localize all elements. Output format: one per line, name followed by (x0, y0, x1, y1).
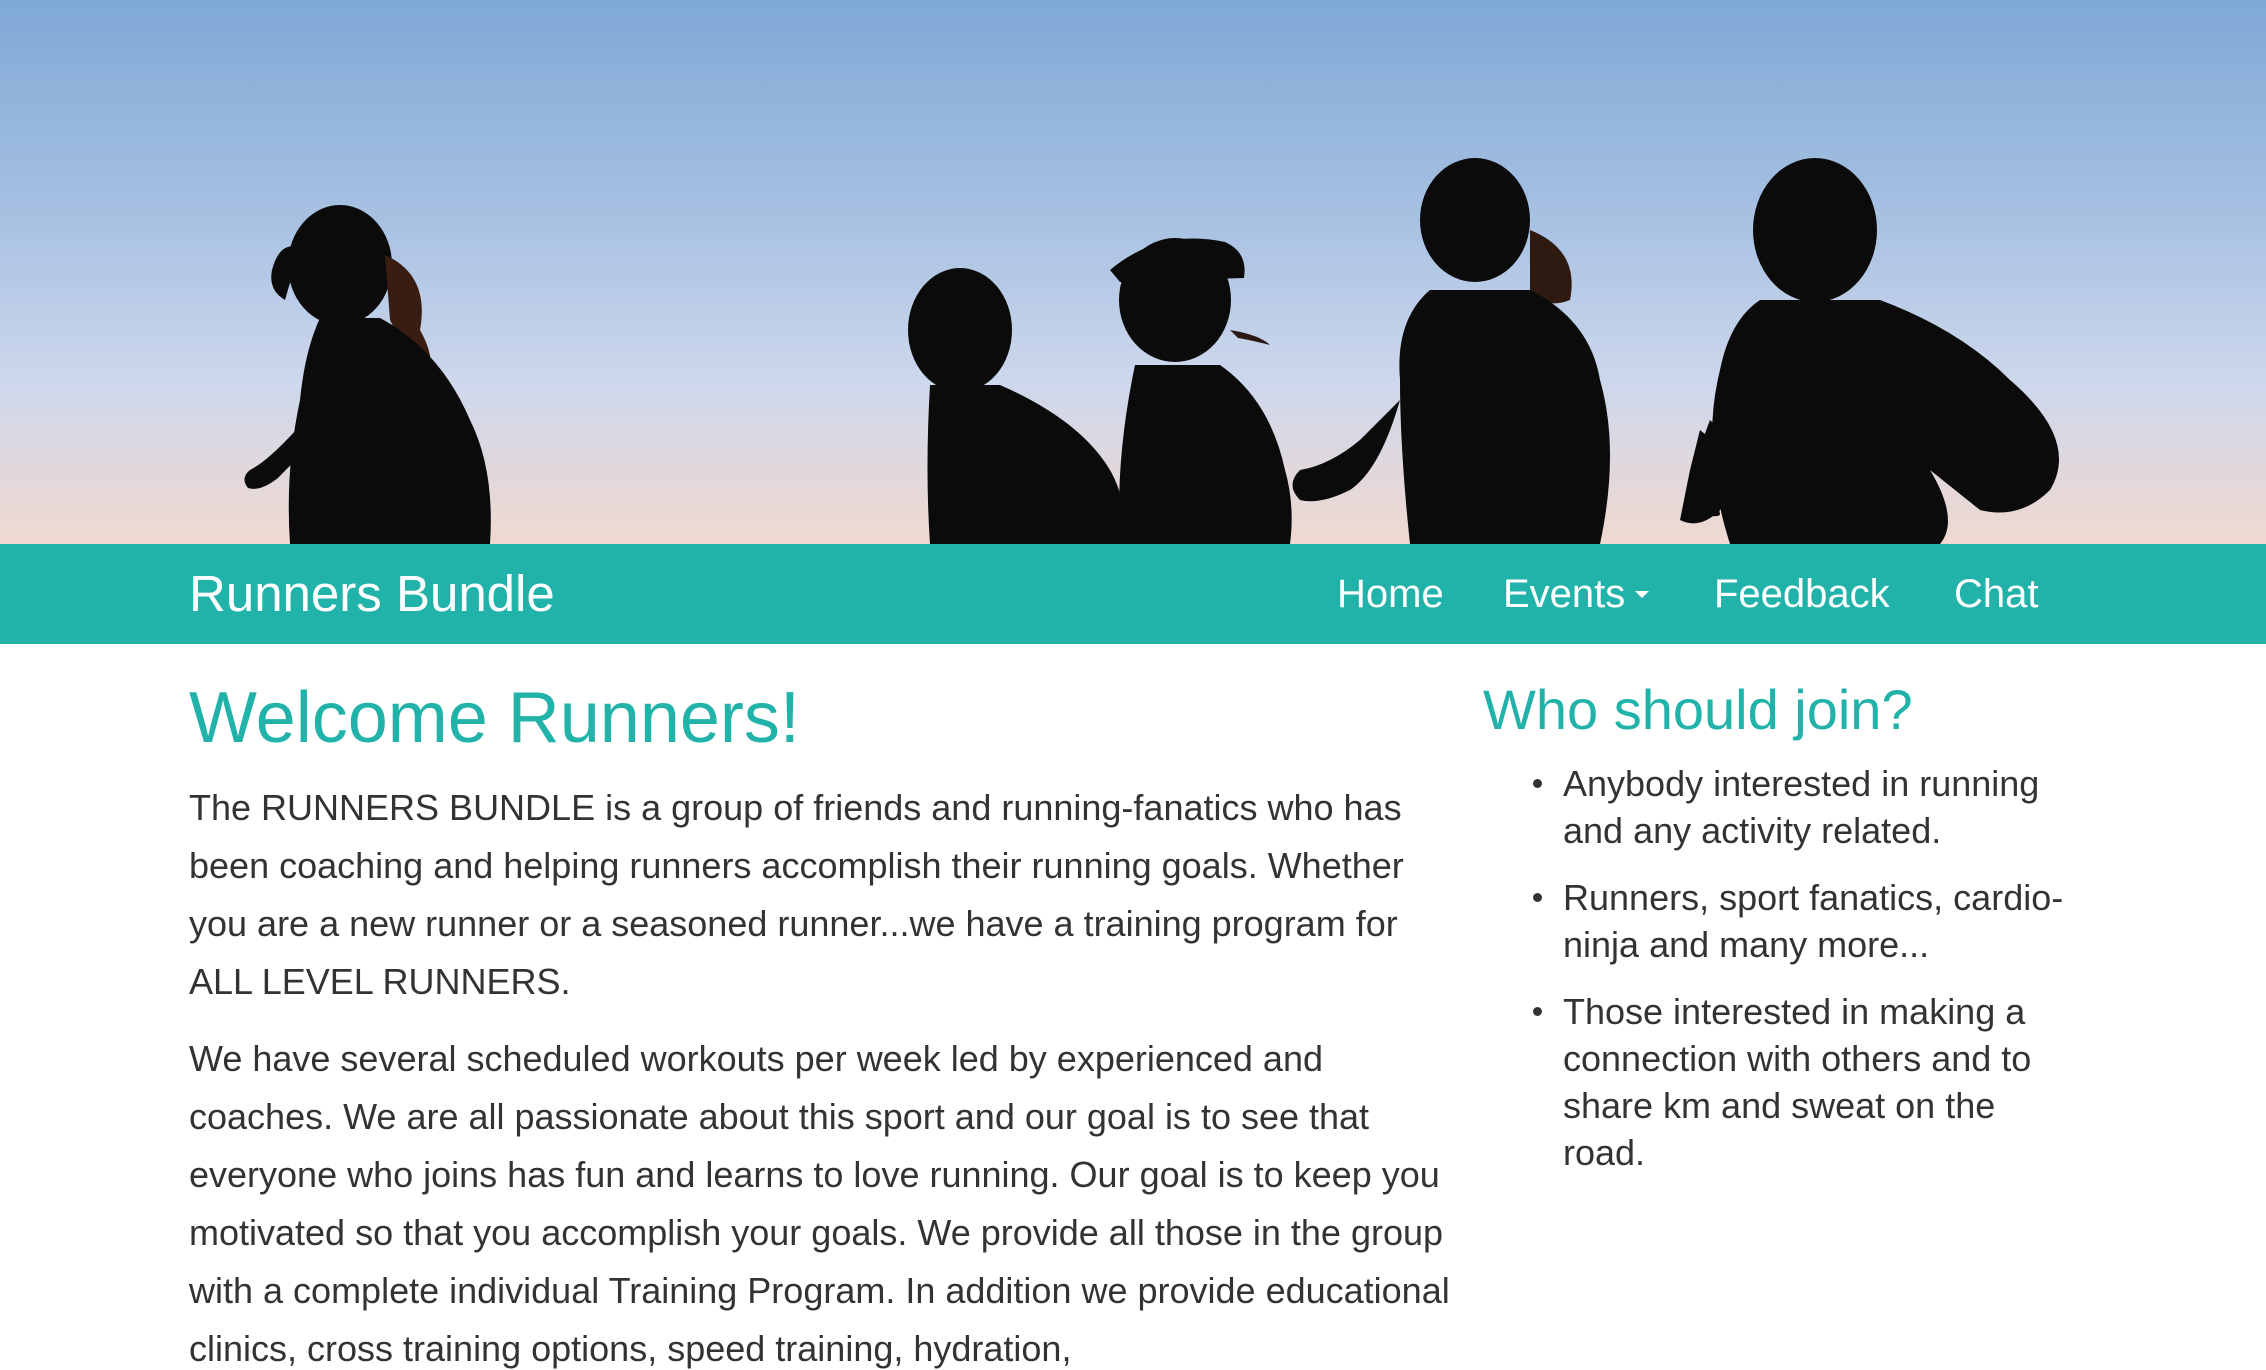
nav-events-label: Events (1503, 572, 1626, 616)
workouts-paragraph: We have several scheduled workouts per w… (189, 1038, 1450, 1369)
list-item: Those interested in making a connection … (1533, 988, 2083, 1176)
list-item-text: Those interested in making a connection … (1563, 991, 2032, 1173)
list-item: Runners, sport fanatics, cardio-ninja an… (1533, 874, 2083, 968)
runners-silhouette-image (244, 158, 2059, 544)
bullet-icon (1533, 893, 1542, 902)
sidebar-title: Who should join? (1483, 678, 1913, 741)
list-item-text: Runners, sport fanatics, cardio-ninja an… (1563, 877, 2064, 965)
list-item-text: Anybody interested in running and any ac… (1563, 763, 2040, 851)
list-item: Anybody interested in running and any ac… (1533, 760, 2083, 854)
page: Runners Bundle Home Events Feedback Chat… (0, 0, 2266, 1370)
navbar: Runners Bundle Home Events Feedback Chat (0, 544, 2266, 644)
caret-down-icon (1635, 590, 1650, 598)
nav-events-dropdown[interactable]: Events (1503, 544, 1650, 644)
nav-feedback[interactable]: Feedback (1714, 544, 1890, 644)
bullet-icon (1533, 779, 1542, 788)
nav-home[interactable]: Home (1337, 544, 1444, 644)
who-should-join-list: Anybody interested in running and any ac… (1533, 760, 2083, 1196)
hero-banner (0, 0, 2266, 544)
brand-link[interactable]: Runners Bundle (189, 544, 555, 644)
intro-paragraph: The RUNNERS BUNDLE is a group of friends… (189, 787, 1404, 1002)
nav-feedback-label: Feedback (1714, 572, 1890, 616)
nav-chat[interactable]: Chat (1954, 544, 2039, 644)
nav-home-label: Home (1337, 572, 1444, 616)
bullet-icon (1533, 1007, 1542, 1016)
page-title: Welcome Runners! (189, 678, 800, 758)
nav-chat-label: Chat (1954, 572, 2039, 616)
